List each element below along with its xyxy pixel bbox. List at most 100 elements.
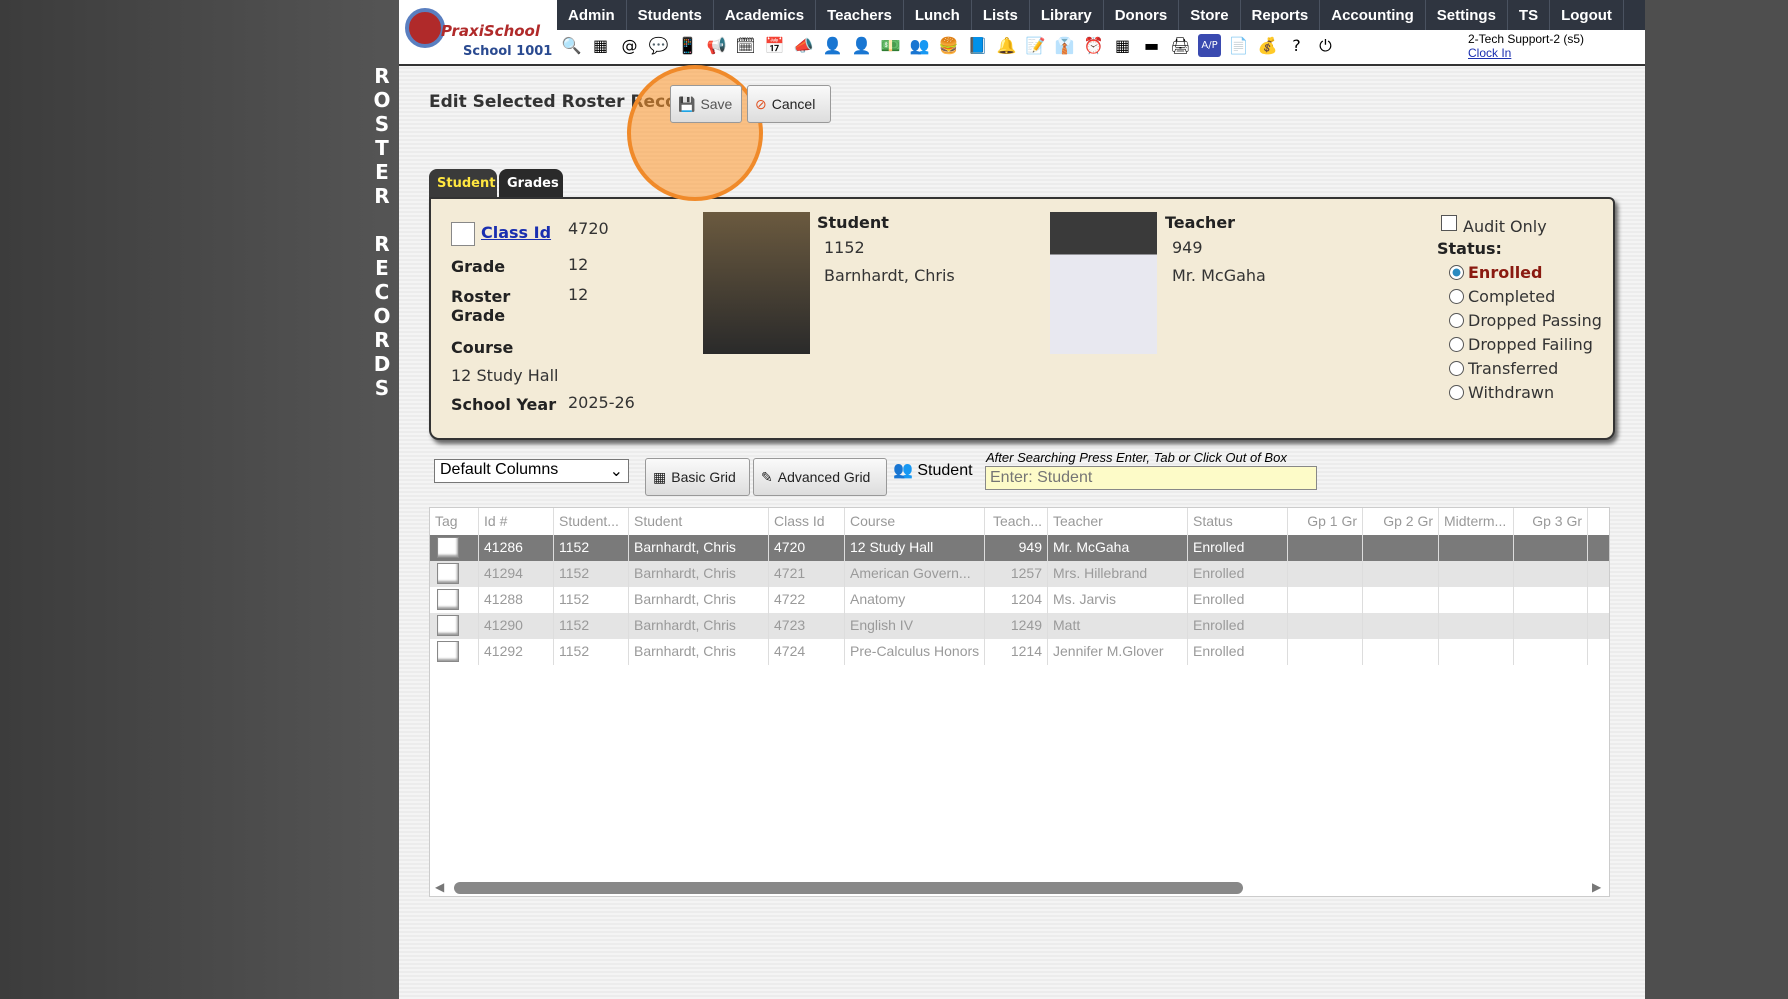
class-id-checkbox[interactable] (451, 222, 475, 246)
table-cell: 41286 (479, 535, 554, 561)
nav-students[interactable]: Students (627, 0, 714, 30)
megaphone-icon[interactable]: 📣 (792, 34, 815, 57)
advanced-grid-button[interactable]: ✎ Advanced Grid (753, 458, 887, 496)
nav-admin[interactable]: Admin (557, 0, 627, 30)
tab-student[interactable]: Student (429, 169, 497, 197)
cash-icon[interactable]: 💰 (1256, 34, 1279, 57)
radio-button[interactable] (1449, 265, 1464, 280)
help-icon[interactable]: ? (1285, 34, 1308, 57)
nav-library[interactable]: Library (1030, 0, 1104, 30)
column-header-0[interactable]: Tag (430, 508, 479, 535)
calendar-grid-icon[interactable]: ▦ (589, 34, 612, 57)
nav-reports[interactable]: Reports (1241, 0, 1321, 30)
column-header-9[interactable]: Gp 1 Gr (1288, 508, 1363, 535)
tag-checkbox[interactable] (437, 641, 459, 662)
tag-checkbox[interactable] (437, 589, 459, 610)
money-icon[interactable]: 💵 (879, 34, 902, 57)
book-icon[interactable]: 📘 (966, 34, 989, 57)
email-icon[interactable]: @ (618, 34, 641, 57)
column-header-8[interactable]: Status (1188, 508, 1288, 535)
status-option-dropped-passing[interactable]: Dropped Passing (1449, 311, 1602, 330)
class-id-link[interactable]: Class Id (481, 223, 551, 242)
tab-grades[interactable]: Grades (499, 169, 563, 197)
column-header-7[interactable]: Teacher (1048, 508, 1188, 535)
tag-cell[interactable] (430, 535, 479, 561)
table-icon[interactable]: ▦ (1111, 34, 1134, 57)
tag-cell[interactable] (430, 639, 479, 665)
clock-icon[interactable]: ⏰ (1082, 34, 1105, 57)
card-icon[interactable]: ▬ (1140, 34, 1163, 57)
nav-ts[interactable]: TS (1508, 0, 1551, 30)
nav-academics[interactable]: Academics (714, 0, 817, 30)
cancel-button[interactable]: ⊘ Cancel (747, 85, 831, 123)
radio-button[interactable] (1449, 385, 1464, 400)
column-header-3[interactable]: Student (629, 508, 769, 535)
tag-cell[interactable] (430, 561, 479, 587)
radio-button[interactable] (1449, 337, 1464, 352)
nav-lunch[interactable]: Lunch (904, 0, 972, 30)
column-header-5[interactable]: Course (845, 508, 985, 535)
logo-mark (405, 8, 445, 48)
lunch-icon[interactable]: 🍔 (937, 34, 960, 57)
printer-icon[interactable]: 🖨 (1169, 34, 1192, 57)
bell-icon[interactable]: 🔔 (995, 34, 1018, 57)
table-row[interactable]: 41286 1152 Barnhardt, Chris 4720 12 Study Ha… (430, 535, 1609, 561)
phone-icon[interactable]: 📱 (676, 34, 699, 57)
scroll-right-arrow[interactable]: ▶ (1592, 880, 1601, 894)
status-option-enrolled[interactable]: Enrolled (1449, 263, 1542, 282)
schedule-icon[interactable]: 🗓 (734, 34, 757, 57)
nav-donors[interactable]: Donors (1104, 0, 1180, 30)
tag-cell[interactable] (430, 613, 479, 639)
tag-checkbox[interactable] (437, 615, 459, 636)
column-header-2[interactable]: Student... (554, 508, 629, 535)
speaker-icon[interactable]: 📢 (705, 34, 728, 57)
student-search-input[interactable] (985, 466, 1317, 490)
scroll-left-arrow[interactable]: ◀ (435, 880, 444, 894)
column-header-1[interactable]: Id # (479, 508, 554, 535)
table-row[interactable]: 41288 1152 Barnhardt, Chris 4722 Anatomy 1204… (430, 587, 1609, 613)
nav-accounting[interactable]: Accounting (1320, 0, 1426, 30)
radio-button[interactable] (1449, 313, 1464, 328)
audit-only-checkbox[interactable] (1441, 215, 1457, 231)
column-header-4[interactable]: Class Id (769, 508, 845, 535)
nav-logout[interactable]: Logout (1550, 0, 1624, 30)
status-option-completed[interactable]: Completed (1449, 287, 1555, 306)
table-row[interactable]: 41294 1152 Barnhardt, Chris 4721 American Go… (430, 561, 1609, 587)
teacher-icon[interactable]: 👔 (1053, 34, 1076, 57)
tag-checkbox[interactable] (437, 563, 459, 584)
horizontal-scrollbar[interactable] (454, 882, 1243, 894)
user-icon[interactable]: 👤 (850, 34, 873, 57)
column-header-10[interactable]: Gp 2 Gr (1363, 508, 1439, 535)
column-header-6[interactable]: Teach... (985, 508, 1048, 535)
ap-icon[interactable]: A/P (1198, 34, 1221, 57)
status-option-withdrawn[interactable]: Withdrawn (1449, 383, 1554, 402)
nav-teachers[interactable]: Teachers (816, 0, 904, 30)
columns-select[interactable]: Default Columns ⌄ (434, 459, 629, 483)
status-option-transferred[interactable]: Transferred (1449, 359, 1558, 378)
calendar-icon[interactable]: 📅 (763, 34, 786, 57)
clock-in-link[interactable]: Clock In (1468, 46, 1584, 60)
nav-store[interactable]: Store (1179, 0, 1241, 30)
basic-grid-button[interactable]: ▦ Basic Grid (645, 458, 750, 496)
save-button[interactable]: 💾 Save (670, 85, 742, 123)
radio-button[interactable] (1449, 361, 1464, 376)
search-icon[interactable]: 🔍 (560, 34, 583, 57)
add-user-icon[interactable]: 👤 (821, 34, 844, 57)
column-header-12[interactable]: Gp 3 Gr (1514, 508, 1588, 535)
power-icon[interactable]: ⏻ (1314, 34, 1337, 57)
left-background (0, 0, 399, 999)
chat-icon[interactable]: 💬 (647, 34, 670, 57)
praxischool-logo[interactable]: PraxiSchool School 1001 (403, 6, 553, 62)
column-header-11[interactable]: Midterm... (1439, 508, 1514, 535)
radio-button[interactable] (1449, 289, 1464, 304)
tag-cell[interactable] (430, 587, 479, 613)
pdf-icon[interactable]: 📄 (1227, 34, 1250, 57)
tag-checkbox[interactable] (437, 537, 459, 558)
status-option-dropped-failing[interactable]: Dropped Failing (1449, 335, 1593, 354)
table-row[interactable]: 41290 1152 Barnhardt, Chris 4723 English IV 1… (430, 613, 1609, 639)
people-icon[interactable]: 👥 (908, 34, 931, 57)
table-row[interactable]: 41292 1152 Barnhardt, Chris 4724 Pre-Calculu… (430, 639, 1609, 665)
nav-settings[interactable]: Settings (1426, 0, 1508, 30)
note-icon[interactable]: 📝 (1024, 34, 1047, 57)
nav-lists[interactable]: Lists (972, 0, 1030, 30)
